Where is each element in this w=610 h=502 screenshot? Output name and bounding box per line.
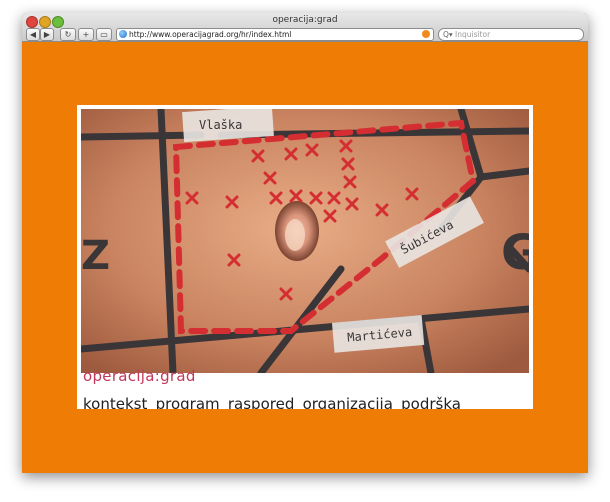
search-input[interactable]: Q▾ Inquisitor: [438, 28, 584, 41]
svg-text:G: G: [501, 225, 529, 281]
snapback-button[interactable]: ▭: [96, 28, 112, 41]
nav-link-program[interactable]: program: [156, 393, 220, 409]
add-bookmark-button[interactable]: +: [78, 28, 94, 41]
nav-link-kontekst[interactable]: kontekst: [83, 393, 147, 409]
window-title: operacija:grad: [272, 15, 338, 25]
content-card: Z G Vlaška Šubićeva Martićeva operacija:…: [77, 105, 533, 409]
nav-link-podrska[interactable]: podrška: [401, 393, 461, 409]
reload-button[interactable]: ↻: [60, 28, 76, 41]
street-label-vlaska: Vlaška: [199, 118, 242, 132]
address-bar[interactable]: http://www.operacijagrad.org/hr/index.ht…: [116, 28, 434, 41]
main-nav: kontekst program raspored organizacija p…: [83, 393, 461, 409]
globe-icon: [119, 30, 127, 38]
search-placeholder: Inquisitor: [455, 30, 491, 39]
rss-icon[interactable]: [422, 30, 430, 38]
back-button[interactable]: ◀: [26, 28, 40, 41]
title-bar: operacija:grad ◀ ▶ ↻ + ▭ http://www.oper…: [22, 13, 588, 42]
url-text: http://www.operacijagrad.org/hr/index.ht…: [129, 30, 292, 39]
svg-text:Z: Z: [81, 233, 110, 279]
site-title[interactable]: operacija:grad: [83, 367, 196, 385]
page-content: Z G Vlaška Šubićeva Martićeva operacija:…: [22, 42, 588, 473]
nav-link-raspored[interactable]: raspored: [228, 393, 294, 409]
nav-link-organizacija[interactable]: organizacija: [303, 393, 393, 409]
belly-map-image: Z G Vlaška Šubićeva Martićeva: [81, 109, 529, 373]
search-icon: Q▾: [443, 30, 453, 39]
forward-button[interactable]: ▶: [40, 28, 54, 41]
hero-photo: Z G Vlaška Šubićeva Martićeva: [81, 109, 529, 373]
browser-window: operacija:grad ◀ ▶ ↻ + ▭ http://www.oper…: [22, 13, 588, 473]
